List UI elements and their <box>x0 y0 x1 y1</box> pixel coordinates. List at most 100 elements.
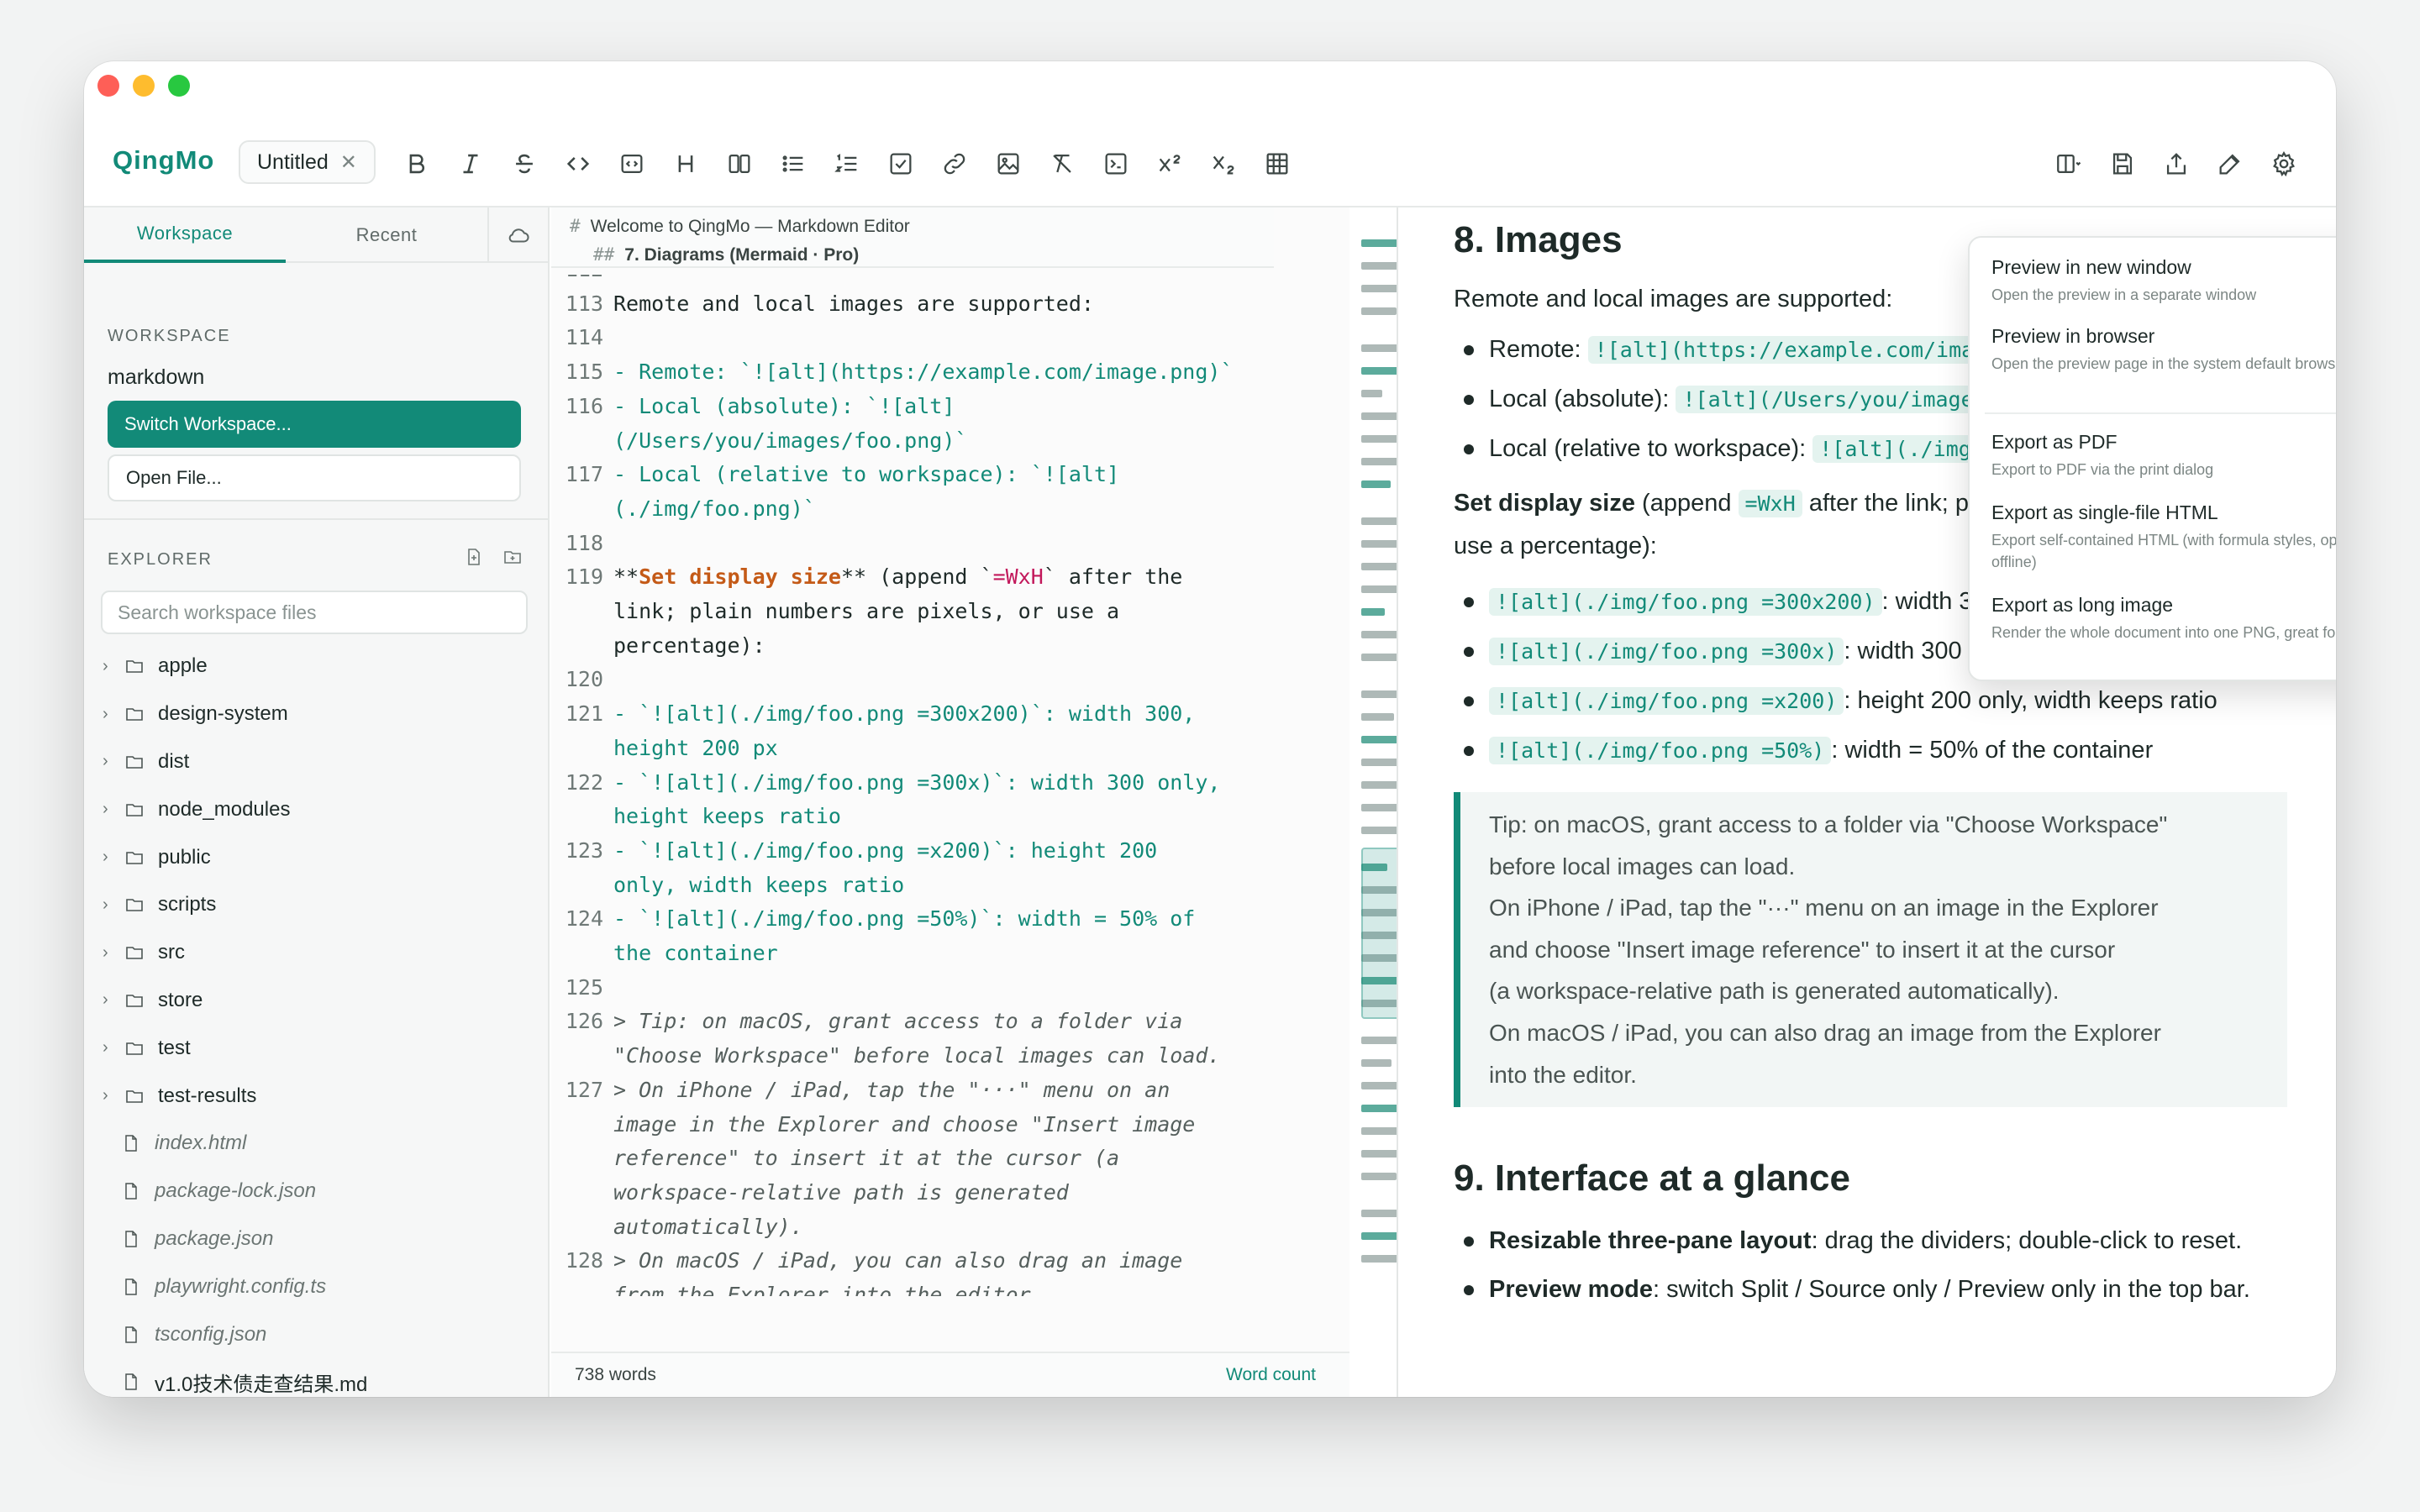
code-block-icon <box>621 154 643 174</box>
line-text[interactable]: > Tip: on macOS, grant access to a folde… <box>613 1005 1260 1073</box>
folder-item[interactable]: › test-results <box>84 1072 550 1120</box>
minimize-window-button[interactable] <box>133 75 155 97</box>
chevron-right-icon[interactable]: › <box>103 705 124 724</box>
app-window: QingMo Untitled ✕ Workspace Recent WORKS… <box>84 61 2336 1397</box>
chevron-right-icon[interactable]: › <box>103 1086 124 1105</box>
menu-item-export-long-image[interactable]: Export as long image Render the whole doc… <box>1991 594 2336 643</box>
chevron-right-icon[interactable]: › <box>103 752 124 771</box>
app-brand: QingMo <box>113 145 215 175</box>
folder-item[interactable]: › public <box>84 833 550 881</box>
file-item[interactable]: package-lock.json <box>84 1168 550 1215</box>
chevron-right-icon[interactable]: › <box>103 800 124 819</box>
line-text[interactable]: - `![alt](./img/foo.png =50%)`: width = … <box>613 902 1260 970</box>
menu-item-preview-window[interactable]: Preview in new window Open the preview in… <box>1991 256 2336 306</box>
line-text[interactable]: > On iPhone / iPad, tap the "···" menu o… <box>613 1074 1260 1245</box>
close-window-button[interactable] <box>97 75 119 97</box>
layout-mode-button[interactable] <box>2042 137 2096 191</box>
clear-format-button[interactable] <box>1035 137 1089 191</box>
chevron-right-icon[interactable]: › <box>103 848 124 867</box>
numbered-list-button[interactable] <box>820 137 874 191</box>
italic-button[interactable] <box>444 137 497 191</box>
link-button[interactable] <box>928 137 981 191</box>
menu-item-export-pdf[interactable]: Export as PDF Export to PDF via the print… <box>1991 431 2336 480</box>
bullet-list-button[interactable] <box>766 137 820 191</box>
terminal-button[interactable] <box>1089 137 1143 191</box>
chevron-right-icon[interactable]: › <box>103 895 124 915</box>
chevron-right-icon[interactable]: › <box>103 990 124 1010</box>
strikethrough-button[interactable] <box>497 137 551 191</box>
columns-button[interactable] <box>713 137 766 191</box>
line-text[interactable]: - `![alt](./img/foo.png =300x200)`: widt… <box>613 697 1260 765</box>
line-text[interactable]: - `![alt](./img/foo.png =x200)`: height … <box>613 834 1260 902</box>
new-file-icon[interactable] <box>464 547 484 567</box>
line-text[interactable]: - `![alt](./img/foo.png =300x)`: width 3… <box>613 766 1260 834</box>
clear-format-icon <box>1053 154 1071 173</box>
file-item[interactable]: index.html <box>84 1120 550 1168</box>
code-area[interactable]: 112 113 Remote and local images are suppo… <box>551 275 1274 1296</box>
task-list-button[interactable] <box>874 137 928 191</box>
editor-pane[interactable]: # Welcome to QingMo — Markdown Editor ## 7… <box>551 207 1349 1397</box>
line-text[interactable] <box>613 321 1260 355</box>
folder-item[interactable]: › node_modules <box>84 785 550 833</box>
line-text[interactable] <box>613 971 1260 1005</box>
image-button[interactable] <box>981 137 1035 191</box>
folder-item[interactable]: › src <box>84 929 550 977</box>
tab-recent[interactable]: Recent <box>286 207 487 263</box>
inline-code-button[interactable] <box>551 137 605 191</box>
code-line: 113 Remote and local images are supported… <box>551 287 1274 322</box>
menu-item-preview-browser[interactable]: Preview in browser Open the preview page … <box>1991 325 2336 375</box>
folder-item[interactable]: › test <box>84 1024 550 1072</box>
settings-button[interactable] <box>2257 137 2311 191</box>
folder-item[interactable]: › store <box>84 977 550 1025</box>
folder-item[interactable]: › dist <box>84 738 550 786</box>
export-button[interactable] <box>2149 137 2203 191</box>
folder-item[interactable]: › scripts <box>84 881 550 929</box>
switch-workspace-button[interactable]: Switch Workspace... <box>108 401 521 448</box>
line-text[interactable]: Remote and local images are supported: <box>613 287 1260 322</box>
save-button[interactable] <box>2096 137 2149 191</box>
line-text[interactable]: - Local (relative to workspace): `![alt]… <box>613 458 1260 526</box>
folder-item[interactable]: › apple <box>84 643 550 690</box>
document-tab[interactable]: Untitled ✕ <box>239 140 376 184</box>
code-line: 120 <box>551 663 1274 697</box>
sticky-heading-1[interactable]: # Welcome to QingMo — Markdown Editor <box>570 216 910 237</box>
cloud-sync-button[interactable] <box>487 207 548 263</box>
line-text[interactable] <box>613 663 1260 697</box>
table-button[interactable] <box>1250 137 1304 191</box>
file-item[interactable]: playwright.config.ts <box>84 1263 550 1310</box>
chevron-right-icon[interactable]: › <box>103 943 124 963</box>
tab-workspace[interactable]: Workspace <box>84 207 286 263</box>
folder-label: public <box>158 845 211 869</box>
chevron-right-icon[interactable]: › <box>103 657 124 676</box>
bold-icon <box>409 154 424 174</box>
code-block-button[interactable] <box>605 137 659 191</box>
chevron-right-icon[interactable]: › <box>103 1038 124 1058</box>
line-text[interactable] <box>613 527 1260 561</box>
folder-label: scripts <box>158 893 217 916</box>
heading-button[interactable] <box>659 137 713 191</box>
line-text[interactable]: - Local (absolute): `![alt] (/Users/you/… <box>613 390 1260 458</box>
folder-item[interactable]: › design-system <box>84 690 550 738</box>
bold-mark: Set display size <box>639 564 841 590</box>
bold-button[interactable] <box>390 137 444 191</box>
subscript-button[interactable] <box>1197 137 1250 191</box>
terminal-icon <box>1105 153 1127 175</box>
superscript-button[interactable] <box>1143 137 1197 191</box>
word-count-button[interactable]: Word count <box>1226 1365 1316 1385</box>
new-folder-icon[interactable] <box>502 547 523 567</box>
line-text[interactable] <box>613 275 1260 287</box>
file-item[interactable]: package.json <box>84 1215 550 1263</box>
search-input[interactable]: Search workspace files <box>101 591 528 634</box>
file-item[interactable]: tsconfig.json <box>84 1310 550 1358</box>
export-icon <box>2166 153 2186 175</box>
line-text[interactable]: > On macOS / iPad, you can also drag an … <box>613 1244 1260 1296</box>
close-tab-icon[interactable]: ✕ <box>340 150 357 175</box>
file-item[interactable]: v1.0技术债走查结果.md <box>84 1358 550 1397</box>
edit-button[interactable] <box>2203 137 2257 191</box>
line-text[interactable]: - Remote: `![alt](https://example.com/im… <box>613 355 1260 390</box>
zoom-window-button[interactable] <box>168 75 190 97</box>
sticky-heading-2[interactable]: ## 7. Diagrams (Mermaid · Pro) <box>593 244 859 265</box>
open-file-button[interactable]: Open File... <box>108 454 521 501</box>
line-text[interactable]: **Set display size** (append `=WxH` afte… <box>613 560 1260 663</box>
menu-item-export-html[interactable]: Export as single-file HTML Export self-co… <box>1991 501 2336 573</box>
